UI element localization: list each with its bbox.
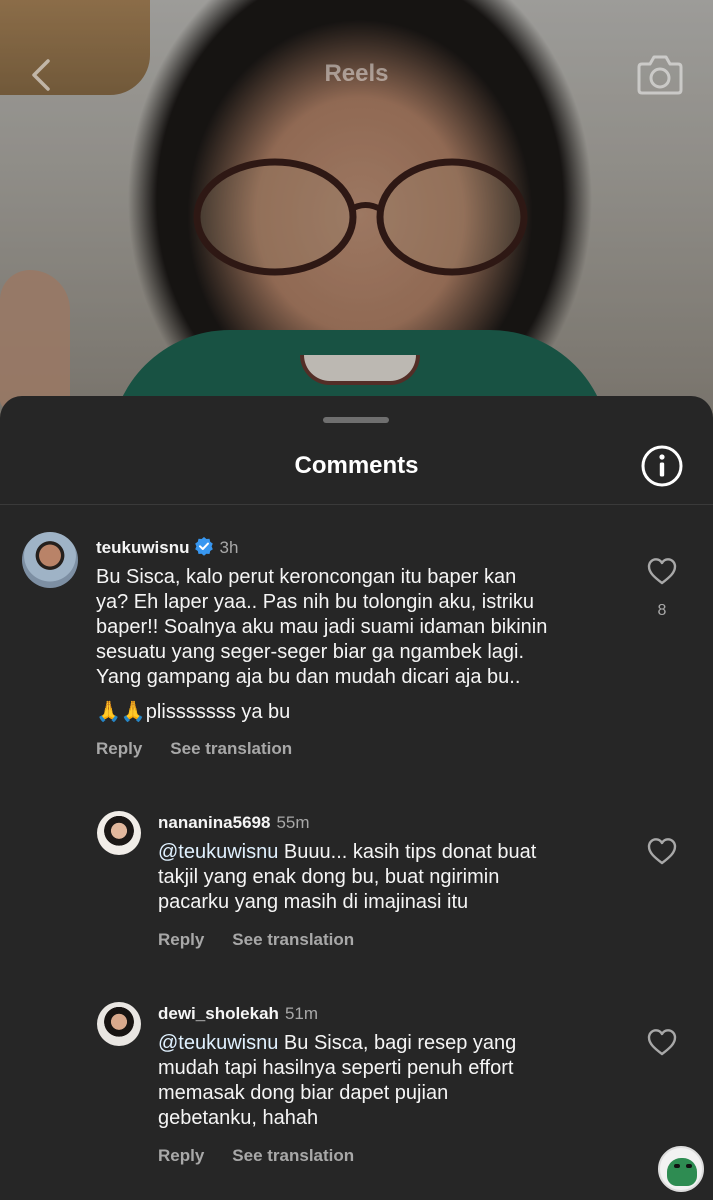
like-heart-icon[interactable] (646, 556, 678, 586)
reply-button[interactable]: Reply (96, 739, 142, 758)
frog-sticker-eye (674, 1164, 680, 1168)
see-translation-button[interactable]: See translation (170, 739, 292, 758)
reel-video-background: Reels (0, 0, 713, 420)
like-heart-icon[interactable] (646, 836, 678, 866)
see-translation-button[interactable]: See translation (232, 1146, 354, 1165)
comment-actions: Reply See translation (158, 1146, 382, 1166)
camera-icon[interactable] (636, 52, 684, 96)
info-icon[interactable] (640, 444, 684, 488)
mention-link[interactable]: @teukuwisnu (158, 841, 278, 863)
reply-button[interactable]: Reply (158, 1146, 204, 1165)
comment-emoji-line: 🙏🙏plisssssss ya bu (96, 701, 291, 723)
comment-time: 55m (276, 813, 310, 832)
top-bar: Reels (0, 40, 713, 110)
like-heart-icon[interactable] (646, 1027, 678, 1057)
frog-sticker-icon (658, 1146, 704, 1192)
username[interactable]: teukuwisnu (96, 538, 190, 557)
comment-time: 51m (284, 1004, 319, 1023)
avatar[interactable] (97, 1002, 141, 1046)
verified-badge-icon (194, 537, 213, 556)
like-count: 8 (657, 602, 667, 619)
reply-button[interactable]: Reply (158, 930, 204, 949)
drag-handle[interactable] (323, 417, 389, 423)
comment-meta: teukuwisnu 3h (96, 536, 238, 558)
comment-time: 3h (219, 538, 239, 557)
avatar[interactable] (97, 811, 141, 855)
see-translation-button[interactable]: See translation (232, 930, 354, 949)
header-divider (0, 504, 713, 505)
comment-actions: Reply See translation (96, 739, 320, 759)
comments-title: Comments (294, 452, 419, 479)
comment-text: @teukuwisnu Buuu... kasih tips donat bua… (158, 840, 628, 915)
username[interactable]: nananina5698 (158, 813, 270, 832)
comment-text: Bu Sisca, kalo perut keroncongan itu bap… (96, 566, 548, 688)
reels-title: Reels (324, 60, 389, 87)
frog-sticker-eye (686, 1164, 692, 1168)
username[interactable]: dewi_sholekah (158, 1004, 279, 1023)
frog-sticker-body (667, 1158, 697, 1186)
avatar[interactable] (22, 532, 78, 588)
comment-text: @teukuwisnu Bu Sisca, bagi resep yang mu… (158, 1031, 628, 1131)
comment-meta: dewi_sholekah 51m (158, 1004, 318, 1024)
comment-actions: Reply See translation (158, 930, 382, 950)
mention-link[interactable]: @teukuwisnu (158, 1032, 278, 1054)
comment-meta: nananina5698 55m (158, 813, 310, 833)
